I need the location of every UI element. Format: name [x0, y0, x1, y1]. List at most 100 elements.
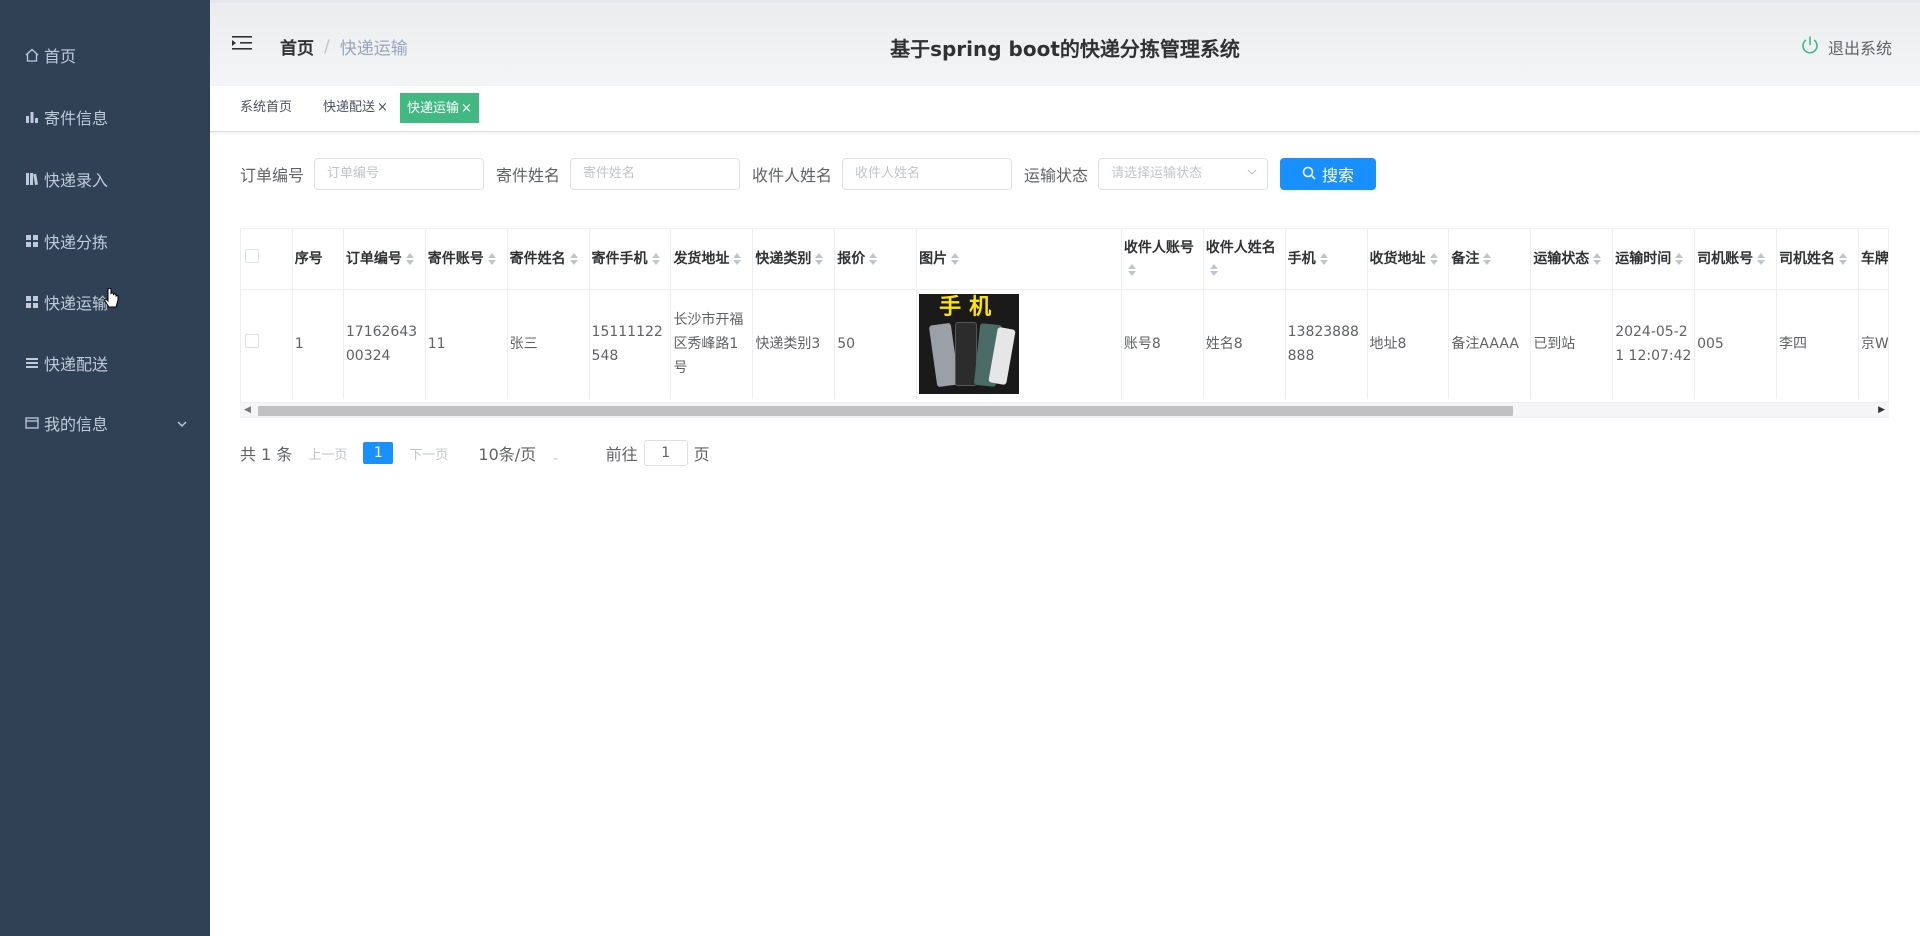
- sort-icon[interactable]: [1483, 253, 1493, 265]
- column-header[interactable]: 寄件账号: [425, 229, 507, 289]
- row-checkbox[interactable]: [245, 334, 259, 348]
- sender-name-input[interactable]: 寄件姓名: [570, 158, 740, 190]
- search-button[interactable]: 搜索: [1280, 158, 1376, 190]
- receiver-name-input[interactable]: 收件人姓名: [842, 158, 1012, 190]
- sidebar-item-delivery[interactable]: 快递配送: [0, 338, 210, 388]
- sort-icon[interactable]: [1430, 253, 1440, 265]
- column-header[interactable]: 手机: [1285, 229, 1367, 289]
- page-size-select[interactable]: 10条/页 ⌄: [478, 441, 559, 465]
- column-header[interactable]: 运输时间: [1613, 229, 1695, 289]
- card-icon: [24, 415, 40, 431]
- sort-icon[interactable]: [1128, 264, 1138, 276]
- sidebar-item-sender-info[interactable]: 寄件信息: [0, 92, 210, 142]
- sort-icon[interactable]: [406, 253, 416, 265]
- goto-page-input[interactable]: 1: [644, 440, 688, 466]
- cell-transport-time: 2024-05-21 12:07:42: [1613, 289, 1695, 399]
- chevron-down-icon: [1247, 159, 1257, 189]
- sort-icon[interactable]: [1320, 253, 1330, 265]
- horizontal-scrollbar[interactable]: ◀ ▶: [240, 402, 1889, 417]
- power-icon: [1800, 35, 1820, 59]
- cell-receive-address: 地址8: [1367, 289, 1449, 399]
- sort-icon[interactable]: [1757, 253, 1767, 265]
- sidebar-item-label: 寄件信息: [44, 105, 108, 129]
- sort-icon[interactable]: [1839, 253, 1849, 265]
- chevron-down-icon: ⌄: [551, 452, 559, 463]
- cell-sender-phone: 15111122548: [589, 289, 671, 399]
- status-placeholder: 请选择运输状态: [1111, 166, 1202, 181]
- sidebar-item-label: 我的信息: [44, 411, 108, 435]
- column-header[interactable]: 司机姓名: [1776, 229, 1858, 289]
- sort-icon[interactable]: [815, 253, 825, 265]
- column-header[interactable]: 收件人账号: [1121, 229, 1203, 289]
- sidebar-item-home[interactable]: 首页: [0, 30, 210, 80]
- status-label: 运输状态: [1024, 162, 1088, 186]
- sidebar-item-label: 快递运输: [44, 290, 108, 314]
- scroll-left-icon[interactable]: ◀: [244, 405, 251, 415]
- column-header[interactable]: 图片: [917, 229, 1122, 289]
- tag-label: 快递运输: [407, 101, 459, 116]
- product-image[interactable]: 手机: [919, 294, 1019, 394]
- column-header[interactable]: 快递类别: [753, 229, 835, 289]
- sidebar-item-label: 快递录入: [44, 167, 108, 191]
- tag-system-home[interactable]: 系统首页: [234, 93, 298, 123]
- next-page-button[interactable]: 下一页: [409, 444, 448, 463]
- sort-icon[interactable]: [951, 253, 961, 265]
- logout-button[interactable]: 退出系统: [1800, 35, 1892, 59]
- search-icon: [1302, 165, 1316, 184]
- column-header[interactable]: 运输状态: [1531, 229, 1613, 289]
- cell-receiver-name: 姓名8: [1203, 289, 1285, 399]
- column-header[interactable]: 备注: [1449, 229, 1531, 289]
- sort-icon[interactable]: [570, 253, 580, 265]
- cell-transport-status: 已到站: [1531, 289, 1613, 399]
- sort-icon[interactable]: [1593, 253, 1603, 265]
- sort-icon[interactable]: [652, 253, 662, 265]
- column-header[interactable]: 发货地址: [671, 229, 753, 289]
- grid-icon: [24, 233, 40, 249]
- close-icon[interactable]: ×: [377, 100, 388, 115]
- sidebar-item-my-info[interactable]: 我的信息: [0, 398, 210, 448]
- sort-icon[interactable]: [488, 253, 498, 265]
- page-unit-label: 页: [694, 441, 710, 465]
- page-size-value: 10条/页: [478, 445, 536, 464]
- column-header[interactable]: 司机账号: [1695, 229, 1777, 289]
- tag-delivery[interactable]: 快递配送×: [317, 93, 394, 123]
- cell-phone: 13823888888: [1285, 289, 1367, 399]
- close-icon[interactable]: ×: [461, 101, 472, 116]
- prev-page-button[interactable]: 上一页: [308, 444, 347, 463]
- sidebar-item-sorting[interactable]: 快递分拣: [0, 216, 210, 266]
- scroll-right-icon[interactable]: ▶: [1878, 405, 1885, 415]
- data-table: 序号 订单编号 寄件账号 寄件姓名 寄件手机 发货地址 快递类别 报价 图片 收…: [240, 228, 1889, 418]
- column-header[interactable]: 寄件手机: [589, 229, 671, 289]
- top-header: 首页 / 快递运输 基于spring boot的快递分拣管理系统 退出系统: [210, 0, 1920, 86]
- sidebar-item-label: 快递配送: [44, 351, 108, 375]
- cell-sender-name: 张三: [507, 289, 589, 399]
- page-number-button[interactable]: 1: [363, 442, 393, 464]
- tag-transport[interactable]: 快递运输×: [400, 93, 479, 123]
- column-header[interactable]: 报价: [835, 229, 917, 289]
- cell-price: 50: [835, 289, 917, 399]
- column-header[interactable]: 车牌号: [1858, 229, 1889, 289]
- home-icon: [24, 47, 40, 63]
- goto-label: 前往: [606, 441, 638, 465]
- tags-view: 系统首页 快递配送× 快递运输×: [210, 86, 1920, 132]
- sort-icon[interactable]: [1675, 253, 1685, 265]
- table-row[interactable]: 1 1716264300324 11 张三 15111122548 长沙市开福区…: [241, 289, 1889, 399]
- sidebar-item-entry[interactable]: 快递录入: [0, 154, 210, 204]
- column-header[interactable]: 订单编号: [343, 229, 425, 289]
- search-button-label: 搜索: [1322, 162, 1354, 186]
- sort-icon[interactable]: [733, 253, 743, 265]
- sort-icon[interactable]: [869, 253, 879, 265]
- column-header[interactable]: 收货地址: [1367, 229, 1449, 289]
- cell-image: 手机: [917, 289, 1122, 399]
- table-header-row: 序号 订单编号 寄件账号 寄件姓名 寄件手机 发货地址 快递类别 报价 图片 收…: [241, 229, 1889, 289]
- scrollbar-thumb[interactable]: [258, 406, 1513, 416]
- order-number-input[interactable]: 订单编号: [314, 158, 484, 190]
- column-header[interactable]: 序号: [292, 229, 343, 289]
- cell-category: 快递类别3: [753, 289, 835, 399]
- select-all-checkbox[interactable]: [245, 249, 259, 263]
- status-select[interactable]: 请选择运输状态: [1098, 158, 1268, 190]
- sort-icon[interactable]: [1210, 264, 1220, 276]
- bar-chart-icon: [24, 109, 40, 125]
- column-header[interactable]: 寄件姓名: [507, 229, 589, 289]
- column-header[interactable]: 收件人姓名: [1203, 229, 1285, 289]
